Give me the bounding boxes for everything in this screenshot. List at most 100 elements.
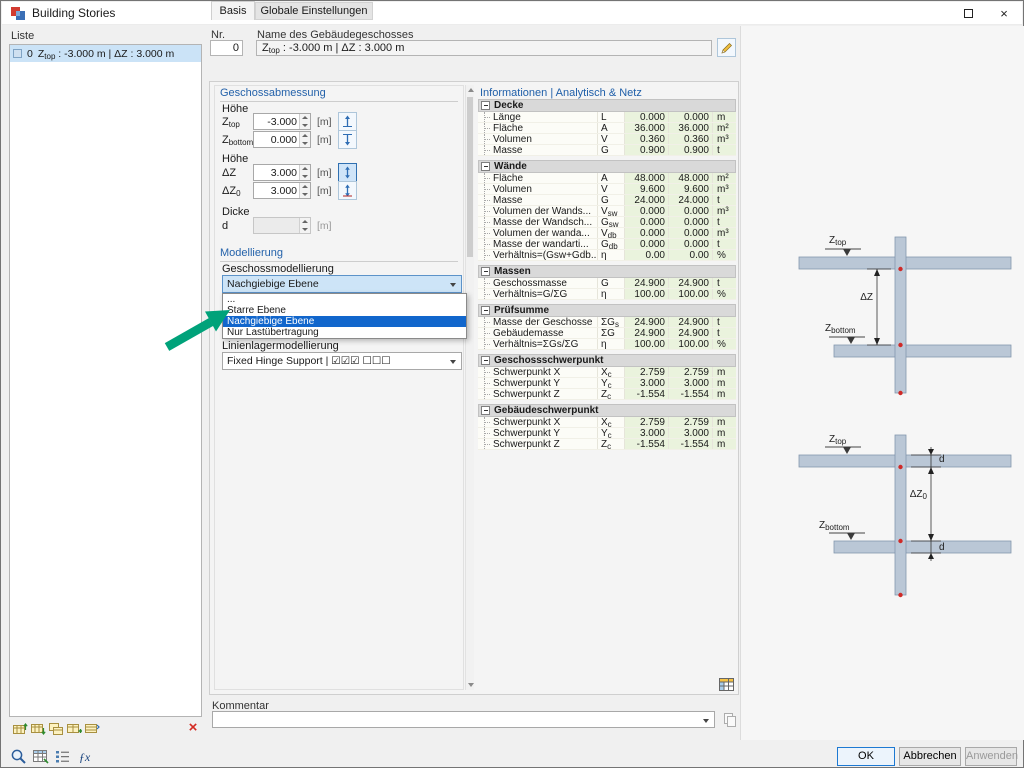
stories-list[interactable]: 0 Ztop : -3.000 m | ΔZ : 3.000 m	[9, 44, 202, 717]
info-group-header[interactable]: Geschossschwerpunkt	[478, 354, 736, 367]
info-row-symbol: A	[598, 173, 625, 183]
info-row-value-analytic: 0.000	[625, 206, 669, 216]
chevron-down-icon[interactable]	[446, 353, 461, 369]
zbottom-pick-button[interactable]	[338, 130, 357, 149]
info-row: Masse G 0.900 0.900 t	[478, 145, 736, 156]
select-objects-button[interactable]	[9, 747, 28, 766]
info-row-label: Volumen	[478, 184, 598, 194]
zbottom-input[interactable]: 0.000	[253, 131, 311, 148]
info-group-name: Massen	[494, 266, 531, 277]
diagram-ztop-label: Ztop	[829, 235, 847, 247]
renumber-stories-button[interactable]	[83, 720, 101, 737]
scroll-down-icon[interactable]	[467, 680, 474, 690]
info-row-value-mesh: 2.759	[669, 417, 713, 427]
list-item[interactable]: 0 Ztop : -3.000 m | ΔZ : 3.000 m	[10, 45, 201, 62]
info-row-value-mesh: 100.00	[669, 289, 713, 299]
tab-globale-einstellungen[interactable]: Globale Einstellungen	[255, 2, 373, 20]
spin-up-icon[interactable]	[300, 114, 310, 122]
app-icon	[11, 7, 25, 20]
add-story-above-button[interactable]	[11, 720, 29, 737]
info-group-header[interactable]: Prüfsumme	[478, 304, 736, 317]
info-row-unit: t	[713, 195, 736, 205]
collapse-icon[interactable]	[481, 267, 490, 276]
ztop-pick-button[interactable]	[338, 112, 357, 131]
maximize-button[interactable]	[950, 2, 986, 24]
geschoss-dropdown-popup: ... Starre Ebene Nachgiebige Ebene Nur Last…	[222, 293, 467, 339]
info-row-label: Schwerpunkt Y	[478, 428, 598, 438]
maximize-icon	[963, 8, 973, 18]
info-row: Länge L 0.000 0.000 m	[478, 112, 736, 123]
info-row-unit: m	[713, 439, 736, 449]
tab-basis[interactable]: Basis	[211, 1, 255, 20]
info-row-value-mesh: 36.000	[669, 123, 713, 133]
dz0-pick-button[interactable]	[338, 181, 357, 200]
cancel-button[interactable]: Abbrechen	[899, 747, 961, 766]
info-row-unit: %	[713, 289, 736, 299]
info-row-value-analytic: 24.000	[625, 195, 669, 205]
collapse-icon[interactable]	[481, 306, 490, 315]
close-button[interactable]: ×	[986, 2, 1022, 24]
dz0-input[interactable]: 3.000	[253, 182, 311, 199]
add-story-below-button[interactable]	[29, 720, 47, 737]
info-table-display-button[interactable]	[717, 675, 736, 694]
geschossmodellierung-combo[interactable]: Nachgiebige Ebene	[222, 275, 462, 293]
copy-story-button[interactable]	[47, 720, 65, 737]
ztop-spinner[interactable]	[299, 114, 310, 129]
spin-down-icon[interactable]	[300, 121, 310, 129]
info-group-header[interactable]: Massen	[478, 265, 736, 278]
chevron-down-icon[interactable]	[446, 276, 461, 292]
apply-button[interactable]: Anwenden	[965, 747, 1018, 766]
dz-input[interactable]: 3.000	[253, 164, 311, 181]
linienlagermodellierung-combo[interactable]: Fixed Hinge Support | ☑☑☑ ☐☐☐	[222, 352, 462, 370]
info-row-value-analytic: 2.759	[625, 367, 669, 377]
insert-story-button[interactable]	[65, 720, 83, 737]
collapse-icon[interactable]	[481, 406, 490, 415]
abmessung-scrollbar[interactable]	[465, 85, 474, 690]
ok-button[interactable]: OK	[837, 747, 895, 766]
dropdown-option[interactable]: Starre Ebene	[223, 305, 466, 316]
scrollbar-thumb[interactable]	[467, 97, 473, 257]
scroll-up-icon[interactable]	[467, 85, 474, 95]
measure-both-icon	[345, 166, 350, 179]
collapse-icon[interactable]	[481, 162, 490, 171]
info-row: Schwerpunkt Z Zc -1.554 -1.554 m	[478, 389, 736, 400]
kommentar-combo[interactable]	[212, 711, 715, 728]
zbottom-spinner[interactable]	[299, 132, 310, 147]
info-row-label: Volumen	[478, 134, 598, 144]
title-bar[interactable]: Building Stories ×	[2, 2, 1022, 25]
chevron-down-icon[interactable]	[699, 712, 714, 727]
info-group-header[interactable]: Decke	[478, 99, 736, 112]
info-row-value-analytic: -1.554	[625, 389, 669, 399]
info-row-value-analytic: 0.000	[625, 112, 669, 122]
name-field[interactable]: Ztop : -3.000 m | ΔZ : 3.000 m	[256, 40, 712, 56]
dropdown-option[interactable]: Nur Lastübertragung	[223, 327, 466, 338]
info-row-value-analytic: 100.00	[625, 339, 669, 349]
list-numbering-button[interactable]	[53, 747, 72, 766]
info-row: Volumen der wanda... Vdb 0.000 0.000 m³	[478, 228, 736, 239]
units-button[interactable]: ƒx	[75, 747, 94, 766]
info-group-header[interactable]: Gebäudeschwerpunkt	[478, 404, 736, 417]
dz0-spinner[interactable]	[299, 183, 310, 198]
ztop-input[interactable]: -3.000	[253, 113, 311, 130]
comment-copy-button[interactable]	[720, 711, 739, 728]
dz-pick-button[interactable]	[338, 163, 357, 182]
collapse-icon[interactable]	[481, 101, 490, 110]
table-settings-button[interactable]	[31, 747, 50, 766]
edit-name-button[interactable]	[717, 38, 736, 57]
dropdown-option[interactable]: Nachgiebige Ebene	[223, 316, 466, 327]
section-geschossabmessung: Geschossabmessung	[220, 87, 458, 102]
dropdown-option[interactable]: ...	[223, 294, 466, 305]
info-group-name: Wände	[494, 161, 527, 172]
nr-field[interactable]: 0	[210, 40, 243, 56]
info-row-unit: m	[713, 378, 736, 388]
info-row-symbol: L	[598, 112, 625, 122]
dz-spinner[interactable]	[299, 165, 310, 180]
info-row-unit: m	[713, 389, 736, 399]
info-row-value-mesh: 9.600	[669, 184, 713, 194]
info-group-header[interactable]: Wände	[478, 160, 736, 173]
ztop-unit: [m]	[317, 116, 332, 128]
collapse-icon[interactable]	[481, 356, 490, 365]
colored-table-icon	[719, 678, 734, 691]
info-row-unit: t	[713, 317, 736, 327]
delete-all-stories-button[interactable]: ×	[184, 719, 202, 736]
